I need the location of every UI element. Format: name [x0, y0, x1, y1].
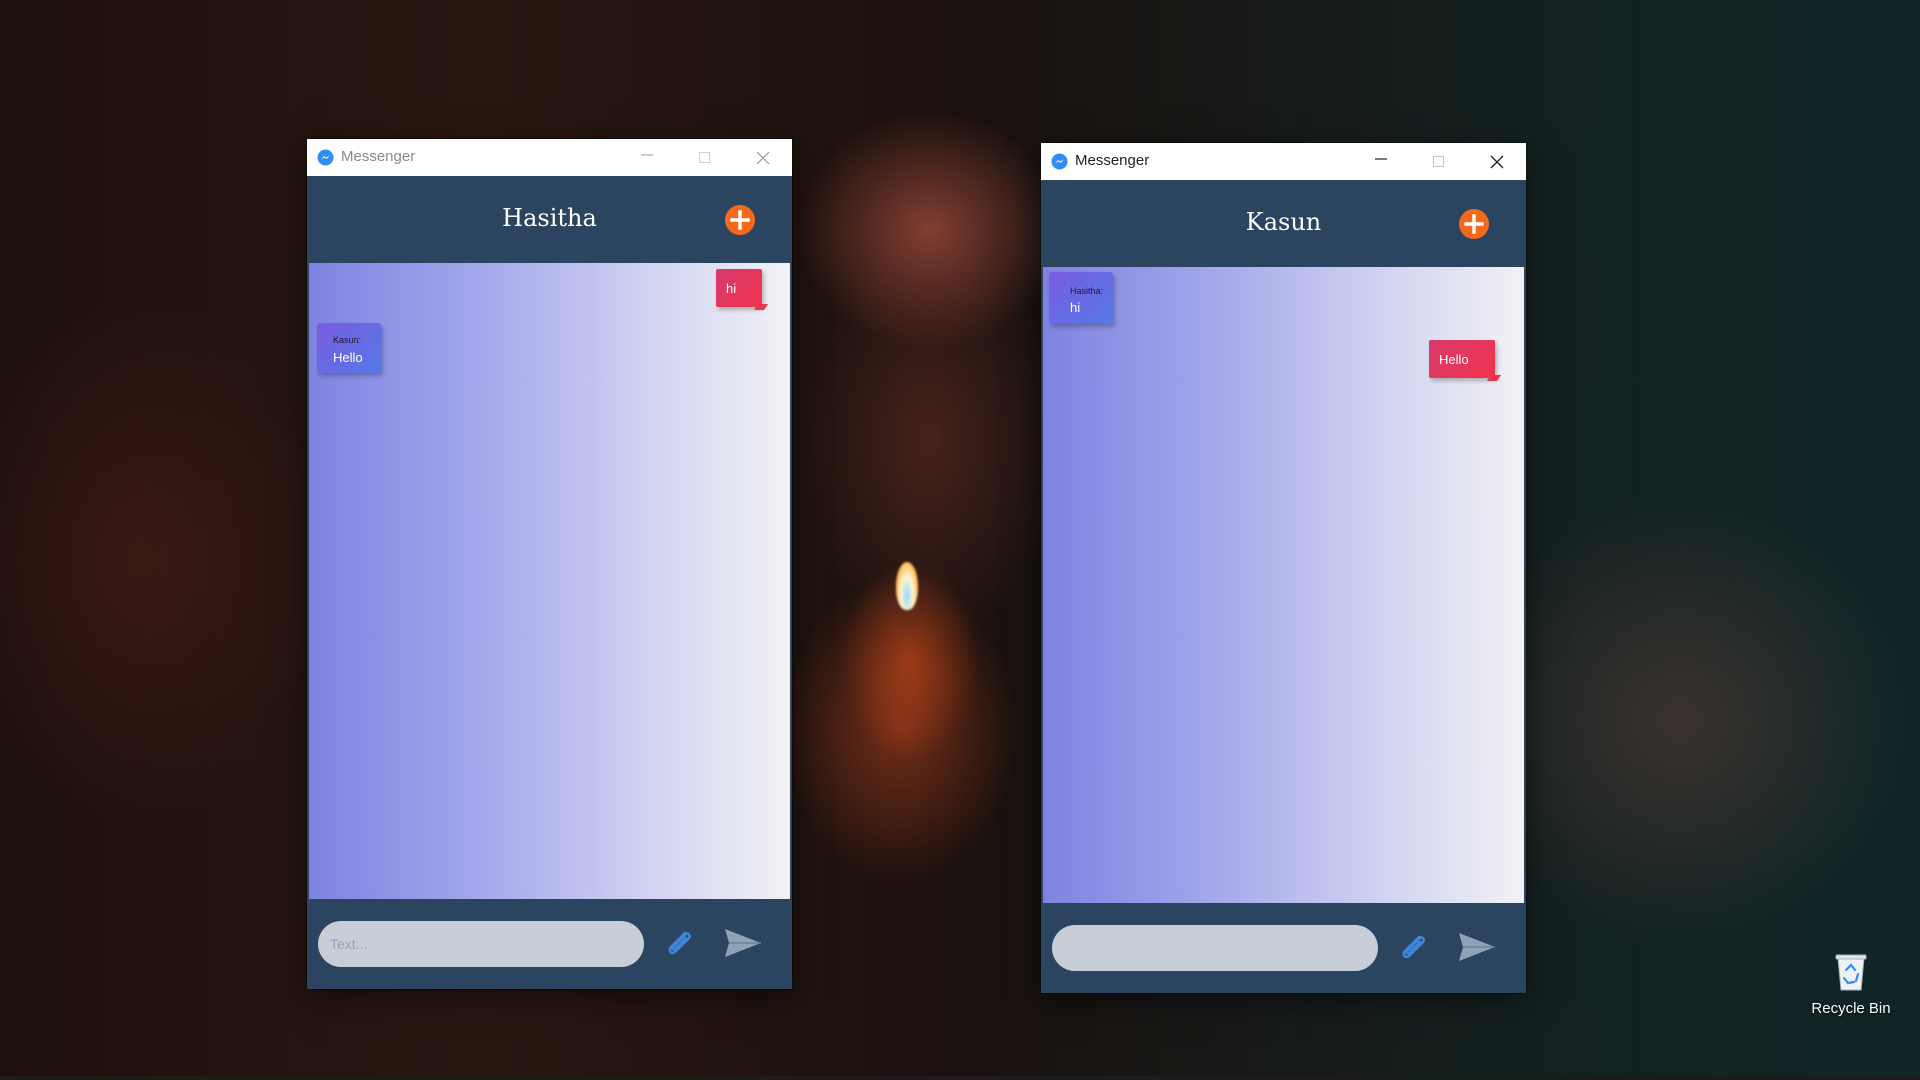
window-title: Messenger — [341, 148, 416, 165]
attach-button[interactable] — [659, 923, 699, 963]
message-sender: Hasitha: — [1070, 286, 1104, 296]
maximize-button[interactable] — [1410, 143, 1468, 180]
chat-contact-name: Hasitha — [502, 204, 597, 232]
title-bar[interactable]: Messenger — [307, 139, 792, 176]
close-icon — [1490, 155, 1504, 169]
maximize-icon — [1433, 156, 1444, 167]
bubble-tail — [753, 304, 769, 310]
paperclip-icon — [1402, 935, 1425, 959]
recycle-bin-label: Recycle Bin — [1811, 1000, 1891, 1017]
message-sender: Kasun: — [333, 335, 362, 345]
message-text: hi — [1070, 300, 1081, 315]
add-button[interactable] — [1459, 209, 1489, 239]
chat-contact-name: Kasun — [1245, 208, 1322, 236]
messenger-window-hasitha[interactable]: Messenger Hasitha hi Kasun: Hello Text..… — [307, 139, 792, 989]
messenger-window-kasun[interactable]: Messenger Kasun Hasitha: hi Hello — [1041, 143, 1526, 993]
message-list[interactable]: Hasitha: hi Hello — [1043, 267, 1524, 903]
close-button[interactable] — [734, 139, 792, 176]
window-title: Messenger — [1075, 152, 1150, 169]
message-text: Hello — [333, 350, 363, 365]
maximize-icon — [699, 152, 710, 163]
chat-header: Hasitha — [307, 176, 792, 263]
add-button[interactable] — [725, 205, 755, 235]
message-bubble-received: Hasitha: hi — [1049, 272, 1113, 324]
attach-button[interactable] — [1393, 927, 1433, 967]
paper-plane-icon — [1459, 933, 1495, 961]
message-list[interactable]: hi Kasun: Hello — [309, 263, 790, 899]
paper-plane-icon — [725, 929, 761, 957]
title-bar[interactable]: Messenger — [1041, 143, 1526, 180]
bubble-tail — [1486, 375, 1502, 381]
message-input[interactable] — [318, 921, 644, 967]
wallpaper-flame — [896, 562, 918, 610]
close-button[interactable] — [1468, 143, 1526, 180]
taskbar-edge — [0, 1076, 1920, 1080]
send-button[interactable] — [721, 923, 765, 963]
desktop: Messenger Hasitha hi Kasun: Hello Text..… — [0, 0, 1920, 1080]
recycle-bin[interactable]: Recycle Bin — [1806, 950, 1896, 1017]
send-button[interactable] — [1455, 927, 1499, 967]
plus-circle-icon — [1464, 214, 1484, 234]
message-bubble-sent: hi — [716, 269, 769, 310]
messenger-icon — [317, 149, 334, 166]
chat-header: Kasun — [1041, 180, 1526, 267]
message-bubble-received: Kasun: Hello — [317, 323, 381, 373]
composer-bar — [1041, 903, 1526, 993]
message-text: hi — [726, 281, 737, 296]
minimize-icon — [641, 154, 653, 156]
message-text: Hello — [1439, 352, 1469, 367]
message-bubble-sent: Hello — [1429, 340, 1502, 381]
minimize-icon — [1375, 158, 1387, 160]
minimize-button[interactable] — [618, 139, 676, 176]
close-icon — [756, 151, 770, 165]
composer-bar — [307, 899, 792, 989]
minimize-button[interactable] — [1352, 143, 1410, 180]
paperclip-icon — [668, 931, 691, 955]
message-input[interactable] — [1052, 925, 1378, 971]
maximize-button[interactable] — [676, 139, 734, 176]
recycle-bin-icon — [1835, 954, 1867, 991]
messenger-icon — [1051, 153, 1068, 170]
plus-circle-icon — [730, 210, 750, 230]
